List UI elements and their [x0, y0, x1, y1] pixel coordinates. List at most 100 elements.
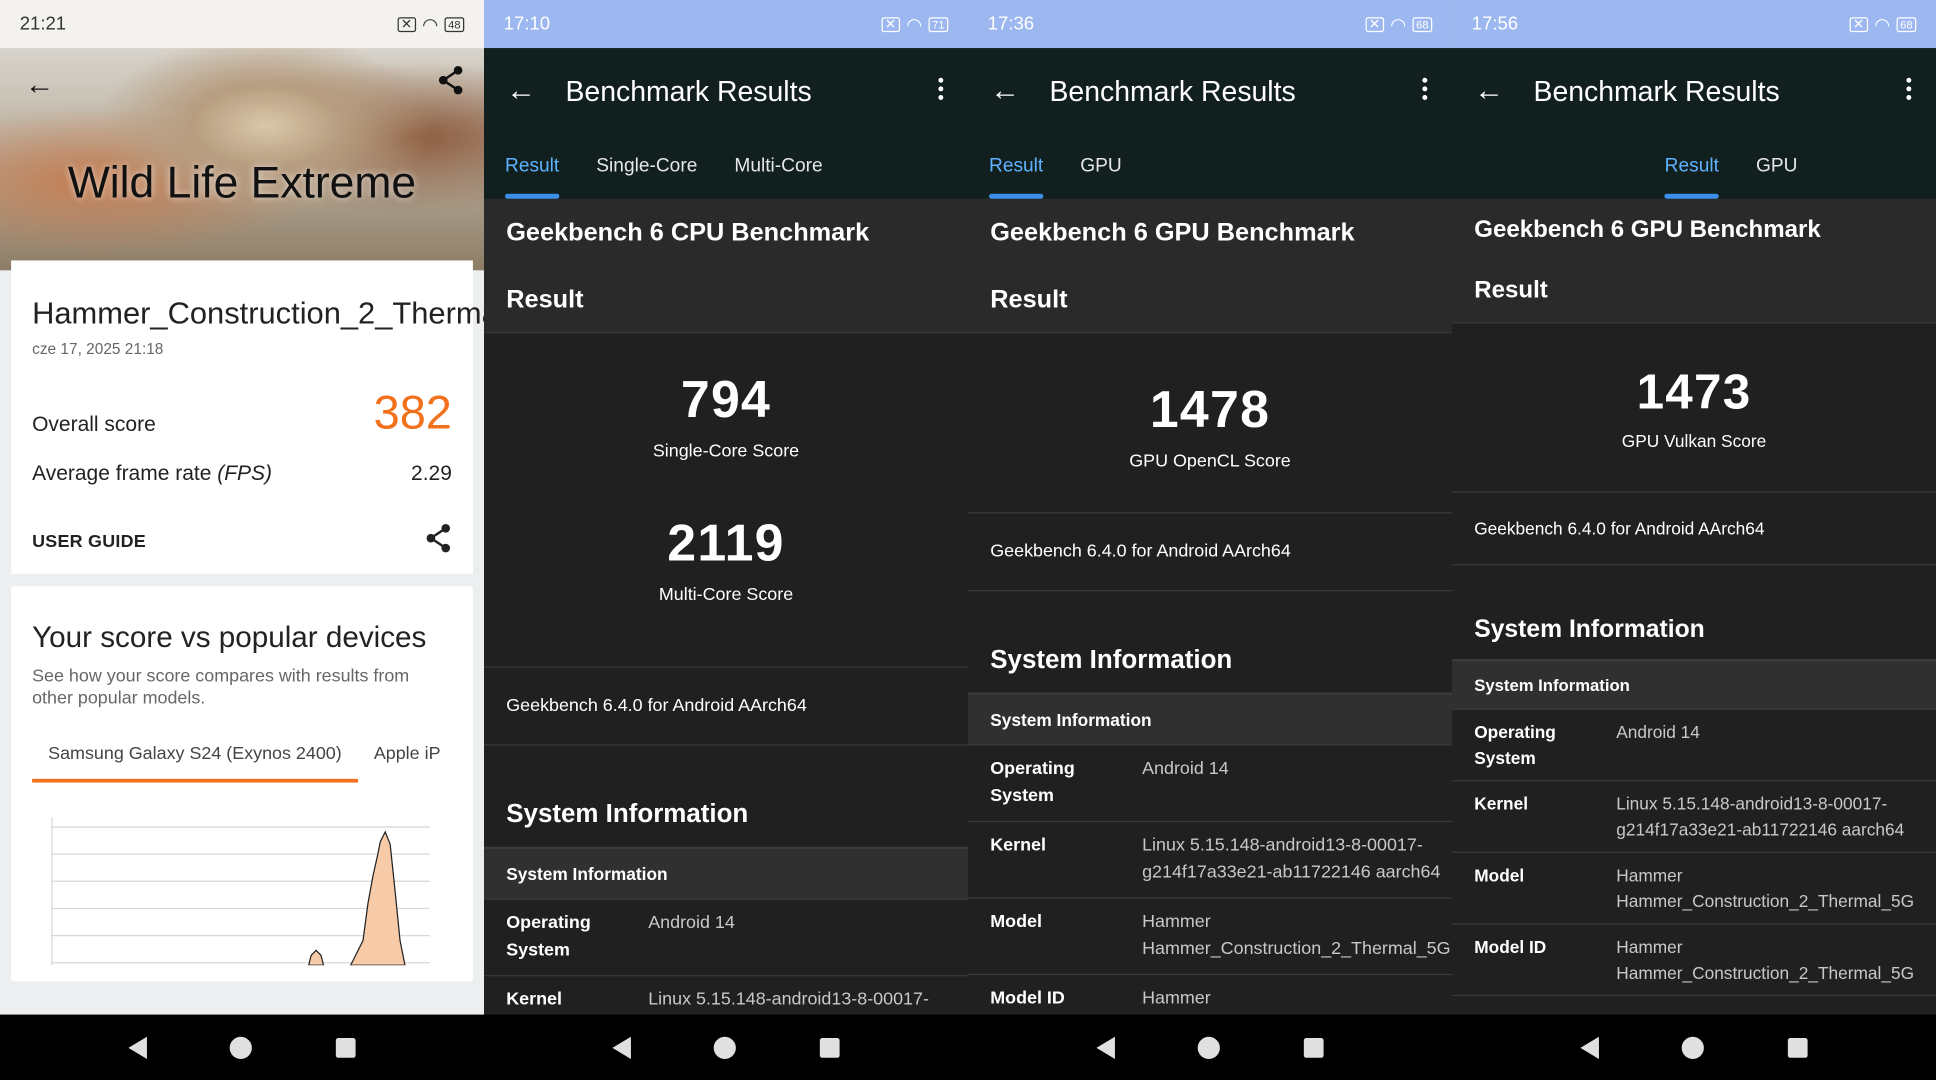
row-key: Model — [990, 912, 1042, 932]
row-key: Model — [1474, 865, 1525, 885]
table-row: Kernel Linux 5.15.148-android13-8-00017-… — [1452, 781, 1936, 853]
back-arrow-icon[interactable]: ← — [506, 74, 555, 109]
result-header: Geekbench 6 GPU Benchmark Result — [968, 198, 1453, 333]
nav-back-icon[interactable] — [1580, 1036, 1599, 1059]
result-date: cze 17, 2025 21:18 — [32, 340, 164, 358]
wifi-icon: ◠ — [1874, 14, 1891, 36]
multi-core-score: 2119 — [667, 513, 785, 572]
row-value: Hammer Hammer_Construction_2_Thermal_5G — [1616, 865, 1915, 911]
mute-icon: ✕ — [1849, 16, 1868, 32]
more-options-icon[interactable] — [938, 77, 944, 100]
status-bar: 21:21 ✕ ◠ 48 — [0, 0, 485, 49]
tab-bar: Result GPU — [1452, 134, 1936, 199]
nav-home-icon[interactable] — [1198, 1036, 1221, 1059]
benchmark-title: Wild Life Extreme — [67, 156, 417, 208]
gpu-vulkan-score: 1473 — [1636, 365, 1752, 420]
gpu-opencl-label: GPU OpenCL Score — [1129, 451, 1291, 472]
tab-gpu[interactable]: GPU — [1756, 135, 1797, 199]
multi-core-label: Multi-Core Score — [658, 585, 794, 605]
result-label: Result — [506, 285, 584, 314]
comparison-card: Your score vs popular devices See how yo… — [11, 586, 473, 982]
back-arrow-icon[interactable]: ← — [25, 68, 55, 103]
benchmark-heading: Geekbench 6 CPU Benchmark — [506, 218, 870, 247]
more-options-icon[interactable] — [1422, 77, 1428, 100]
fps-unit: (FPS) — [217, 461, 273, 486]
row-key: Operating System — [506, 913, 591, 961]
mute-icon: ✕ — [1365, 16, 1384, 32]
single-core-label: Single-Core Score — [652, 441, 800, 462]
tab-apple[interactable]: Apple iP — [358, 744, 457, 782]
benchmark-heading: Geekbench 6 GPU Benchmark — [1474, 216, 1821, 244]
table-header: System Information — [968, 694, 1453, 746]
score-section: 1473 GPU Vulkan Score — [1452, 322, 1936, 491]
status-time: 17:10 — [503, 13, 551, 35]
table-row: Operating System Android 14 — [484, 900, 969, 977]
status-time: 17:56 — [1471, 13, 1519, 35]
tab-single-core[interactable]: Single-Core — [596, 135, 697, 199]
toolbar-title: Benchmark Results — [1049, 74, 1296, 107]
screen-3dmark: 21:21 ✕ ◠ 48 ← Wild Life Extreme Hammer_… — [0, 0, 485, 1080]
status-time: 17:36 — [987, 13, 1035, 35]
user-guide-row: USER GUIDE — [32, 523, 452, 559]
nav-back-icon[interactable] — [128, 1036, 147, 1059]
wifi-icon: ◠ — [422, 14, 439, 36]
nav-home-icon[interactable] — [1682, 1036, 1705, 1059]
score-distribution-chart — [32, 817, 452, 966]
navigation-bar — [0, 1014, 485, 1080]
back-arrow-icon[interactable]: ← — [1474, 74, 1523, 109]
row-value: Android 14 — [1616, 722, 1700, 742]
status-bar: 17:36 ✕ ◠ 68 — [968, 0, 1453, 49]
status-icons: ✕ ◠ 68 — [1849, 13, 1917, 36]
result-label: Result — [990, 285, 1068, 314]
tab-gpu[interactable]: GPU — [1080, 135, 1121, 199]
overall-score-label: Overall score — [32, 412, 156, 436]
navigation-bar — [968, 1014, 1453, 1080]
tab-bar: Result GPU — [968, 134, 1453, 199]
nav-home-icon[interactable] — [714, 1036, 737, 1059]
nav-home-icon[interactable] — [230, 1036, 253, 1059]
comparison-description: See how your score compares with results… — [32, 666, 410, 709]
nav-recents-icon[interactable] — [336, 1037, 356, 1058]
tab-samsung-galaxy-s24[interactable]: Samsung Galaxy S24 (Exynos 2400) — [32, 744, 358, 783]
mute-icon: ✕ — [881, 16, 900, 32]
row-value: Hammer Hammer_Construction_2_Thermal_5G — [1142, 912, 1451, 960]
nav-recents-icon[interactable] — [1788, 1037, 1808, 1058]
battery-icon: 68 — [1412, 16, 1433, 32]
user-guide-button[interactable]: USER GUIDE — [32, 531, 146, 551]
share-icon[interactable] — [437, 65, 464, 101]
tab-result[interactable]: Result — [1664, 135, 1719, 199]
score-section: 1478 GPU OpenCL Score — [968, 332, 1453, 512]
hero-banner: ← Wild Life Extreme — [0, 48, 485, 271]
nav-recents-icon[interactable] — [1304, 1037, 1324, 1058]
battery-icon: 48 — [444, 16, 465, 32]
row-value: Android 14 — [648, 913, 735, 934]
device-tabs: Samsung Galaxy S24 (Exynos 2400) Apple i… — [32, 744, 452, 783]
battery-icon: 71 — [928, 16, 949, 32]
share-icon[interactable] — [425, 523, 452, 559]
nav-recents-icon[interactable] — [820, 1037, 840, 1058]
row-value: Hammer Hammer_Construction_2_Thermal_5G — [1616, 936, 1915, 983]
fps-label: Average frame rate (FPS) — [32, 461, 273, 486]
wifi-icon: ◠ — [1390, 14, 1407, 36]
overall-score-value: 382 — [373, 387, 452, 440]
status-time: 21:21 — [19, 13, 67, 35]
nav-back-icon[interactable] — [1096, 1036, 1115, 1059]
row-key: Operating System — [990, 759, 1075, 806]
benchmark-heading: Geekbench 6 GPU Benchmark — [990, 218, 1355, 247]
system-information-title: System Information — [506, 799, 749, 829]
comparison-title: Your score vs popular devices — [32, 620, 427, 655]
table-row: Operating System Android 14 — [968, 746, 1453, 823]
row-value: Linux 5.15.148-android13-8-00017- g214f1… — [1142, 835, 1441, 883]
toolbar: ← Benchmark Results — [968, 48, 1453, 135]
tab-result[interactable]: Result — [988, 135, 1043, 199]
more-options-icon[interactable] — [1906, 77, 1912, 100]
tab-result[interactable]: Result — [504, 135, 559, 199]
back-arrow-icon[interactable]: ← — [990, 74, 1039, 109]
table-row: Kernel Linux 5.15.148-android13-8-00017-… — [968, 822, 1453, 899]
nav-back-icon[interactable] — [612, 1036, 631, 1059]
tab-multi-core[interactable]: Multi-Core — [734, 135, 822, 199]
gpu-vulkan-label: GPU Vulkan Score — [1621, 430, 1767, 451]
table-header: System Information — [484, 849, 969, 900]
row-value: Android 14 — [1142, 759, 1229, 779]
table-row: Model Hammer Hammer_Construction_2_Therm… — [968, 899, 1453, 976]
